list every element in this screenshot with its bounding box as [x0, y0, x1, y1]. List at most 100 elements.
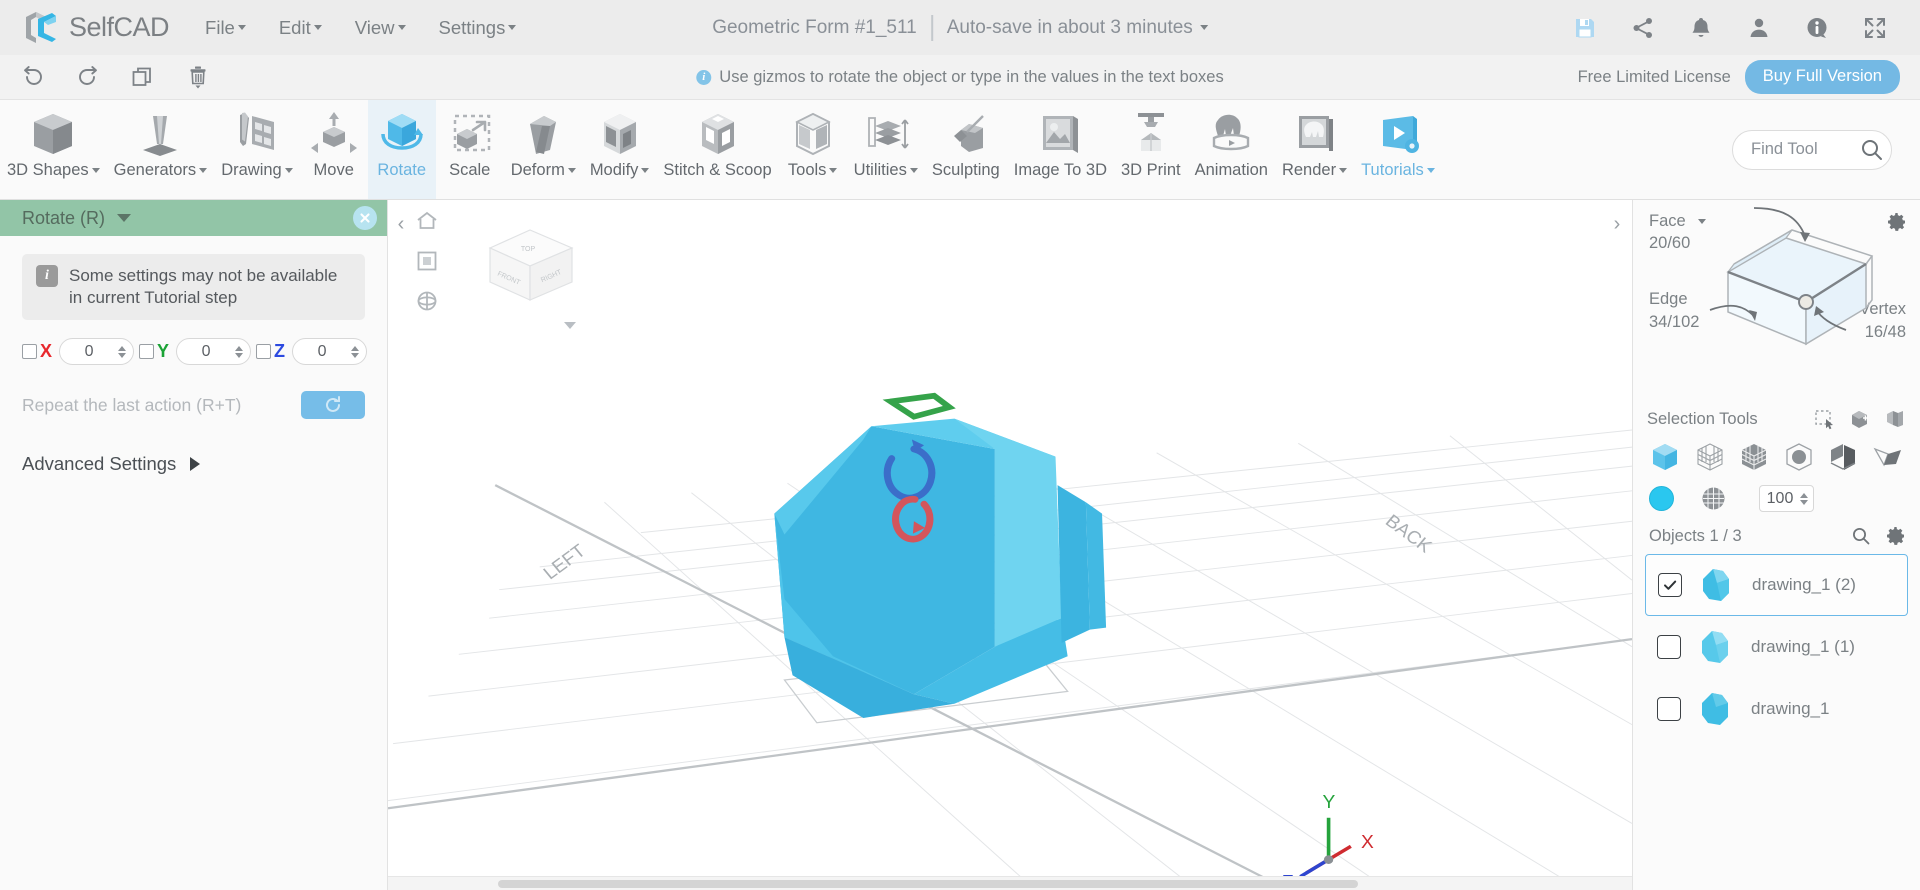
polygon-select-icon[interactable]: [1872, 441, 1904, 473]
tool-generators[interactable]: Generators: [107, 100, 215, 199]
delete-icon[interactable]: [183, 62, 213, 92]
stepper-down-icon[interactable]: [118, 352, 127, 358]
user-account-icon[interactable]: [1746, 15, 1772, 41]
axis-x-checkbox[interactable]: [22, 344, 37, 360]
axis-x-stepper[interactable]: 0: [59, 338, 135, 366]
copy-icon[interactable]: [128, 62, 158, 92]
navcube-dropdown-icon[interactable]: [564, 322, 576, 329]
object-checkbox[interactable]: [1657, 697, 1681, 721]
split-cube-select-icon[interactable]: [1827, 441, 1859, 473]
rotation-axis-inputs: X 0 Y 0 Z 0: [22, 338, 368, 366]
home-view-icon[interactable]: [414, 208, 440, 234]
stepper-up-icon[interactable]: [1800, 492, 1808, 498]
chevron-down-icon[interactable]: [117, 214, 132, 222]
tool-image-to-3d[interactable]: Image To 3D: [1007, 100, 1114, 199]
search-icon[interactable]: [1859, 137, 1885, 163]
list-item[interactable]: drawing_1: [1645, 678, 1908, 740]
axis-y-checkbox[interactable]: [139, 344, 155, 360]
fullscreen-icon[interactable]: [1862, 15, 1888, 41]
tool-modify[interactable]: Modify: [583, 100, 657, 199]
axis-z-checkbox[interactable]: [256, 344, 272, 360]
menu-item-file[interactable]: File: [205, 17, 246, 39]
stepper-arrows[interactable]: [351, 345, 360, 358]
axis-z-stepper[interactable]: 0: [292, 338, 368, 366]
selection-mode-label: Face: [1649, 212, 1686, 230]
tool-rotate[interactable]: Rotate: [367, 100, 436, 199]
tool-tutorials[interactable]: Tutorials: [1354, 100, 1442, 199]
search-icon[interactable]: [1851, 526, 1871, 546]
tool-3d-shapes[interactable]: 3D Shapes: [0, 100, 107, 199]
stepper-up-icon[interactable]: [235, 345, 244, 351]
object-checkbox[interactable]: [1658, 573, 1682, 597]
menu-item-edit[interactable]: Edit: [279, 17, 322, 39]
fit-to-screen-icon[interactable]: [414, 248, 440, 274]
tool-animation[interactable]: Animation: [1188, 100, 1275, 199]
object-checkbox[interactable]: [1657, 635, 1681, 659]
stepper-up-icon[interactable]: [351, 345, 360, 351]
material-color-swatch[interactable]: [1649, 486, 1674, 511]
save-icon[interactable]: [1572, 15, 1598, 41]
list-item[interactable]: drawing_1 (2): [1645, 554, 1908, 616]
menu-item-settings[interactable]: Settings: [439, 17, 517, 39]
stepper-down-icon[interactable]: [351, 352, 360, 358]
workspace: Rotate (R) i Some settings may not be av…: [0, 200, 1920, 890]
object-select-icon[interactable]: [1649, 441, 1681, 473]
face-grid-select-icon[interactable]: [1738, 441, 1770, 473]
gear-icon[interactable]: [1886, 526, 1906, 546]
chevron-down-icon: [1339, 167, 1348, 173]
opacity-stepper[interactable]: 100: [1759, 485, 1814, 512]
find-tool-search[interactable]: [1732, 129, 1892, 170]
collapse-left-panel-icon[interactable]: ‹: [390, 210, 412, 238]
stepper-down-icon[interactable]: [235, 352, 244, 358]
stepper-up-icon[interactable]: [118, 345, 127, 351]
buy-full-version-button[interactable]: Buy Full Version: [1744, 60, 1900, 94]
wireframe-select-icon[interactable]: [1694, 441, 1726, 473]
autosave-status[interactable]: Auto-save in about 3 minutes: [947, 17, 1208, 39]
tool-render[interactable]: Render: [1275, 100, 1354, 199]
tool-stitch-and-scoop[interactable]: Stitch & Scoop: [656, 100, 778, 199]
modify-cube-icon: [593, 106, 647, 162]
orbit-target-icon[interactable]: [414, 288, 440, 314]
tool-utilities[interactable]: Utilities: [847, 100, 925, 199]
texture-pattern-icon[interactable]: [1700, 485, 1727, 512]
advanced-settings-toggle[interactable]: Advanced Settings: [22, 453, 365, 475]
stepper-down-icon[interactable]: [1800, 499, 1808, 505]
brand-logo[interactable]: SelfCAD: [22, 9, 170, 47]
tool-3d-print[interactable]: 3D Print: [1114, 100, 1188, 199]
notifications-bell-icon[interactable]: [1688, 15, 1714, 41]
undo-icon[interactable]: [18, 62, 48, 92]
sphere-in-cube-select-icon[interactable]: [1783, 441, 1815, 473]
selection-mode-area: Face 20/60 Edge 34/102 Vertex 16/48: [1633, 200, 1920, 415]
menu-item-view[interactable]: View: [355, 17, 406, 39]
3d-viewport[interactable]: ‹ › TOP FRONT RIGHT LEFT BACK X Y: [388, 200, 1632, 890]
close-icon[interactable]: [353, 206, 377, 230]
tool-deform[interactable]: Deform: [504, 100, 583, 199]
autosave-label: Auto-save in about 3 minutes: [946, 16, 1193, 38]
list-item[interactable]: drawing_1 (1): [1645, 616, 1908, 678]
tool-drawing[interactable]: Drawing: [214, 100, 300, 199]
3d-model-polyhedron: [774, 418, 1107, 718]
redo-icon[interactable]: [73, 62, 103, 92]
info-icon[interactable]: [1804, 15, 1830, 41]
search-input[interactable]: [1751, 140, 1851, 159]
license-area: Free Limited License Buy Full Version: [1578, 60, 1900, 94]
repeat-action-button[interactable]: [301, 391, 365, 420]
tool-tools-label: Tools: [788, 162, 838, 179]
axis-y-stepper[interactable]: 0: [176, 338, 252, 366]
project-title[interactable]: Geometric Form #1_511: [712, 17, 917, 39]
view-orientation-cube[interactable]: TOP FRONT RIGHT: [478, 218, 588, 318]
stepper-arrows[interactable]: [1800, 492, 1808, 505]
scrollbar-thumb[interactable]: [498, 880, 1358, 888]
tool-scale[interactable]: Scale: [436, 100, 504, 199]
tool-move[interactable]: Move: [300, 100, 368, 199]
collapse-right-panel-icon[interactable]: ›: [1606, 210, 1628, 238]
tool-tools[interactable]: Tools: [779, 100, 847, 199]
stepper-arrows[interactable]: [118, 345, 127, 358]
navcube-face-top: TOP: [521, 246, 536, 253]
tool-sculpting[interactable]: Sculpting: [925, 100, 1007, 199]
axis-z-label: Z: [274, 341, 286, 362]
stepper-arrows[interactable]: [235, 345, 244, 358]
share-icon[interactable]: [1630, 15, 1656, 41]
viewport-horizontal-scrollbar[interactable]: [388, 876, 1632, 890]
chevron-down-icon: [829, 167, 838, 173]
